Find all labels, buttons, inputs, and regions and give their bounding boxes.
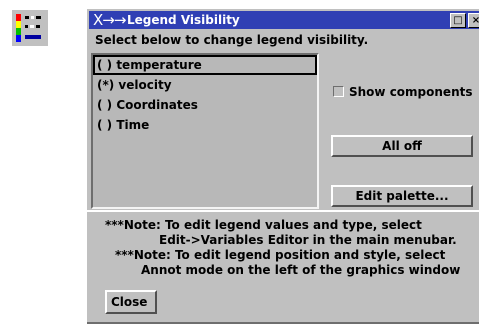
note-line: ***Note: To edit legend position and sty… <box>115 248 446 262</box>
note-line: ***Note: To edit legend values and type,… <box>105 218 422 232</box>
notes-panel: ***Note: To edit legend values and type,… <box>87 210 479 324</box>
maximize-icon[interactable]: □ <box>450 13 466 28</box>
legend-list[interactable]: ( ) temperature (*) velocity ( ) Coordin… <box>91 53 319 209</box>
system-menu-icon[interactable]: X→→ <box>93 11 126 29</box>
show-components-label: Show components <box>349 85 473 99</box>
instruction-text: Select below to change legend visibility… <box>95 33 369 47</box>
legend-visibility-dialog: X→→ Legend Visibility □ × Select below t… <box>86 8 479 324</box>
list-item[interactable]: ( ) Coordinates <box>93 95 317 115</box>
checkbox-icon[interactable] <box>333 86 344 97</box>
list-item[interactable]: ( ) temperature <box>93 55 317 75</box>
note-line: Annot mode on the left of the graphics w… <box>141 263 461 277</box>
show-components-toggle[interactable]: Show components <box>333 85 473 99</box>
note-line: Edit->Variables Editor in the main menub… <box>159 233 457 247</box>
title-bar[interactable]: X→→ Legend Visibility □ × <box>89 11 479 29</box>
list-item[interactable]: (*) velocity <box>93 75 317 95</box>
window-title: Legend Visibility <box>127 13 240 27</box>
close-icon[interactable]: × <box>468 13 479 28</box>
legend-app-icon[interactable] <box>12 10 48 46</box>
edit-palette-button[interactable]: Edit palette... <box>331 185 473 207</box>
all-off-button[interactable]: All off <box>331 135 473 157</box>
list-item[interactable]: ( ) Time <box>93 115 317 135</box>
close-button[interactable]: Close <box>105 290 157 314</box>
